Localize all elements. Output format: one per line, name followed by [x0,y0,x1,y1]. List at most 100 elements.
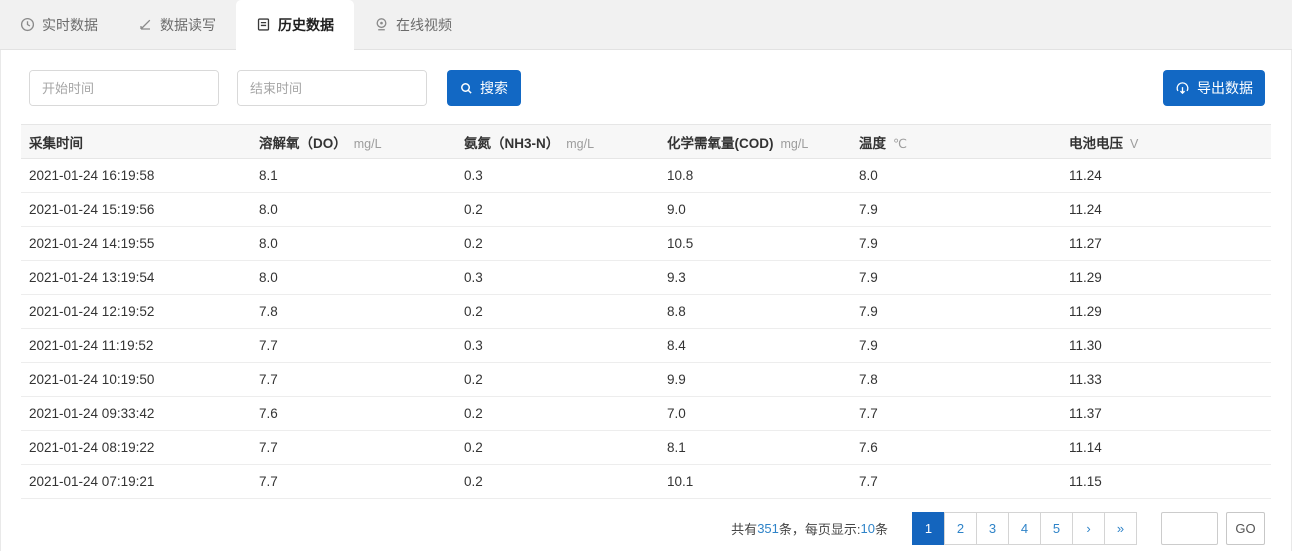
tab-label: 实时数据 [42,15,98,35]
cloud-download-icon [1175,81,1190,96]
table-cell: 11.29 [1061,295,1271,329]
table-cell: 9.3 [659,261,851,295]
per-page-count: 10 [861,521,875,536]
unit-label: ℃ [893,137,907,151]
table-cell: 7.7 [851,397,1061,431]
document-icon [256,17,271,32]
table-cell: 11.15 [1061,465,1271,499]
table-cell: 8.0 [851,159,1061,193]
table-cell: 0.3 [456,261,659,295]
tab-history-data[interactable]: 历史数据 [236,0,354,50]
column-header-collect-time: 采集时间 [21,125,251,159]
table-cell: 9.9 [659,363,851,397]
page-button-2[interactable]: 2 [944,512,977,545]
table-cell: 0.2 [456,227,659,261]
table-row: 2021-01-24 12:19:527.80.28.87.911.29 [21,295,1271,329]
clock-icon [20,17,35,32]
table-cell: 10.5 [659,227,851,261]
table-cell: 8.4 [659,329,851,363]
export-button-label: 导出数据 [1197,78,1253,98]
table-row: 2021-01-24 08:19:227.70.28.17.611.14 [21,431,1271,465]
tab-data-readwrite[interactable]: 数据读写 [118,0,236,49]
table-cell: 11.24 [1061,159,1271,193]
page-button-3[interactable]: 3 [976,512,1009,545]
unit-label: mg/L [781,137,809,151]
start-time-field [29,70,219,106]
tab-label: 数据读写 [160,15,216,35]
unit-label: mg/L [354,137,382,151]
page-button-4[interactable]: 4 [1008,512,1041,545]
table-cell: 2021-01-24 09:33:42 [21,397,251,431]
table-cell: 7.6 [851,431,1061,465]
table-cell: 11.33 [1061,363,1271,397]
table-cell: 7.9 [851,329,1061,363]
edit-icon [138,17,153,32]
table-cell: 10.1 [659,465,851,499]
history-table-wrap: 采集时间 溶解氧（DO）mg/L 氨氮（NH3-N）mg/L 化学需氧量(COD… [21,124,1271,499]
table-cell: 2021-01-24 10:19:50 [21,363,251,397]
column-header-ammonia-nitrogen: 氨氮（NH3-N）mg/L [456,125,659,159]
end-time-input[interactable] [238,71,427,105]
table-cell: 0.3 [456,329,659,363]
table-cell: 7.8 [851,363,1061,397]
table-cell: 2021-01-24 13:19:54 [21,261,251,295]
table-row: 2021-01-24 16:19:588.10.310.88.011.24 [21,159,1271,193]
table-cell: 7.7 [251,363,456,397]
table-cell: 7.9 [851,227,1061,261]
filter-bar: 搜索 导出数据 [1,50,1291,120]
table-cell: 7.7 [251,431,456,465]
table-cell: 11.37 [1061,397,1271,431]
next-page-button[interactable]: › [1072,512,1105,545]
per-page-suffix: 条 [875,519,888,538]
end-time-field [237,70,427,106]
table-cell: 0.2 [456,431,659,465]
page-jump-input[interactable] [1161,512,1218,545]
pagination-bar: 共有351条，每页显示: 10条 12345›» GO [1,499,1291,545]
table-cell: 11.14 [1061,431,1271,465]
table-cell: 0.2 [456,295,659,329]
table-row: 2021-01-24 10:19:507.70.29.97.811.33 [21,363,1271,397]
total-count: 351 [757,521,779,536]
go-button[interactable]: GO [1226,512,1265,545]
table-cell: 11.29 [1061,261,1271,295]
total-prefix: 共有 [731,519,757,538]
table-cell: 10.8 [659,159,851,193]
unit-label: V [1130,137,1138,151]
table-cell: 8.0 [251,261,456,295]
column-header-temperature: 温度℃ [851,125,1061,159]
tab-online-video[interactable]: 在线视频 [354,0,472,49]
tab-label: 在线视频 [396,15,452,35]
table-row: 2021-01-24 13:19:548.00.39.37.911.29 [21,261,1271,295]
table-cell: 2021-01-24 14:19:55 [21,227,251,261]
table-cell: 8.1 [251,159,456,193]
table-cell: 0.3 [456,159,659,193]
table-cell: 8.0 [251,227,456,261]
table-cell: 7.9 [851,193,1061,227]
table-cell: 8.8 [659,295,851,329]
table-cell: 2021-01-24 15:19:56 [21,193,251,227]
search-icon [460,82,473,95]
start-time-input[interactable] [30,71,219,105]
unit-label: mg/L [566,137,594,151]
tab-realtime-data[interactable]: 实时数据 [0,0,118,49]
table-cell: 7.7 [251,329,456,363]
table-cell: 7.7 [851,465,1061,499]
table-cell: 2021-01-24 12:19:52 [21,295,251,329]
table-cell: 0.2 [456,465,659,499]
column-header-cod: 化学需氧量(COD)mg/L [659,125,851,159]
last-page-button[interactable]: » [1104,512,1137,545]
export-data-button[interactable]: 导出数据 [1163,70,1265,106]
table-cell: 7.0 [659,397,851,431]
webcam-icon [374,17,389,32]
page-button-1[interactable]: 1 [912,512,945,545]
table-cell: 0.2 [456,193,659,227]
tab-label: 历史数据 [278,15,334,35]
table-cell: 11.27 [1061,227,1271,261]
table-cell: 11.30 [1061,329,1271,363]
table-cell: 7.8 [251,295,456,329]
search-button[interactable]: 搜索 [447,70,521,106]
page-button-5[interactable]: 5 [1040,512,1073,545]
table-cell: 0.2 [456,363,659,397]
pagination-summary: 共有351条，每页显示: 10条 [731,519,888,538]
table-cell: 8.1 [659,431,851,465]
